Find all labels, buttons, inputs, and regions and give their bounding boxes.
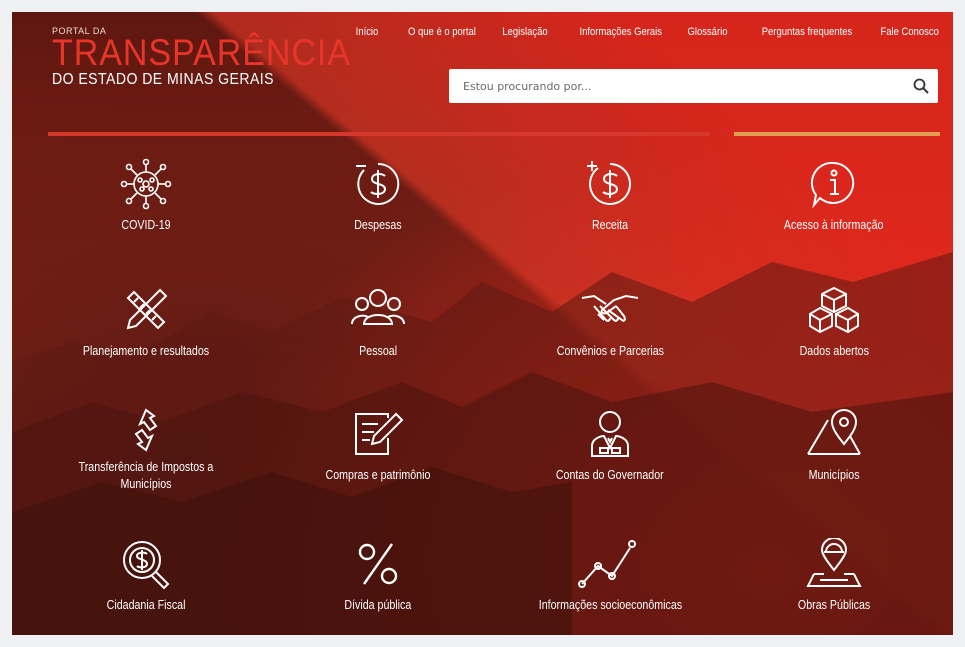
virus-icon: [120, 158, 172, 210]
pencil-ruler-icon: [126, 288, 168, 330]
tile-label: Obras Públicas: [797, 597, 871, 612]
tile-obras-publicas[interactable]: Obras Públicas: [734, 538, 934, 614]
divider-gold: [734, 132, 940, 136]
tile-transferencia[interactable]: Transferência de Impostos a Municípios: [46, 408, 246, 493]
line-chart-icon: [578, 540, 636, 588]
percent-icon: [358, 543, 398, 585]
nav-informacoes-gerais[interactable]: Informações Gerais: [580, 26, 663, 38]
tile-municipios[interactable]: Municípios: [734, 408, 934, 484]
governor-icon: [591, 411, 629, 457]
nav-glossario[interactable]: Glossário: [688, 26, 728, 38]
portal-logo[interactable]: PORTAL DA TRANSPARÊNCIA DO ESTADO DE MIN…: [52, 26, 377, 89]
tile-label: Transferência de Impostos a Municípios: [78, 459, 214, 491]
info-speech-icon: [810, 161, 855, 209]
tile-label: Contas do Governador: [556, 467, 664, 482]
search-input[interactable]: [461, 78, 904, 94]
magnifier-icon[interactable]: [904, 78, 938, 94]
tile-informacoes-socioeconomicas[interactable]: Informações socioeconômicas: [510, 538, 710, 614]
tile-receita[interactable]: Receita: [510, 158, 710, 234]
nav-fale-conosco[interactable]: Fale Conosco: [881, 26, 939, 38]
document-pen-icon: [355, 412, 404, 455]
tile-planejamento[interactable]: Planejamento e resultados: [46, 284, 246, 360]
nav-o-que-e-o-portal[interactable]: O que é o portal: [408, 26, 476, 38]
tile-label: Cidadania Fiscal: [106, 597, 186, 612]
tile-label: Dados abertos: [799, 343, 869, 358]
tile-divida-publica[interactable]: Dívida pública: [278, 538, 478, 614]
tile-label: Acesso à informação: [784, 217, 884, 232]
logo-subtitle: DO ESTADO DE MINAS GERAIS: [52, 71, 274, 88]
dollar-plus-icon: [587, 161, 631, 205]
tile-despesas[interactable]: Despesas: [278, 158, 478, 234]
tile-label: Planejamento e resultados: [82, 343, 210, 358]
tile-label: Compras e patrimônio: [325, 467, 431, 482]
tile-label: Dívida pública: [344, 597, 412, 612]
tile-compras[interactable]: Compras e patrimônio: [278, 408, 478, 484]
divider-red: [48, 132, 710, 136]
logo-title: TRANSPARÊNCIA: [52, 32, 351, 73]
tile-label: Receita: [591, 217, 629, 232]
dollar-search-icon: [123, 541, 170, 590]
dollar-minus-icon: [356, 162, 400, 205]
top-nav: Início O que é o portal Legislação Infor…: [333, 26, 939, 38]
tile-dados-abertos[interactable]: Dados abertos: [734, 284, 934, 360]
tile-covid-19[interactable]: COVID-19: [46, 158, 246, 234]
tile-cidadania-fiscal[interactable]: Cidadania Fiscal: [46, 538, 246, 614]
tile-label: COVID-19: [121, 217, 171, 232]
tile-pessoal[interactable]: Pessoal: [278, 284, 478, 360]
tile-label: Despesas: [354, 217, 402, 232]
tile-acesso-informacao[interactable]: Acesso à informação: [734, 158, 934, 234]
tile-label: Pessoal: [359, 343, 397, 358]
hardhat-map-icon: [806, 538, 862, 587]
tile-convenios[interactable]: Convênios e Parcerias: [510, 284, 710, 360]
cubes-icon: [809, 286, 859, 334]
tile-label: Convênios e Parcerias: [556, 343, 664, 358]
people-icon: [351, 289, 405, 325]
page-frame: PORTAL DA TRANSPARÊNCIA DO ESTADO DE MIN…: [12, 12, 953, 635]
handshake-icon: [581, 294, 639, 322]
nav-perguntas-frequentes[interactable]: Perguntas frequentes: [762, 26, 852, 38]
search-box: [449, 69, 938, 103]
nav-legislacao[interactable]: Legislação: [502, 26, 547, 38]
map-pin-icon: [807, 409, 861, 455]
tile-label: Municípios: [808, 467, 860, 482]
tile-label: Informações socioeconômicas: [538, 597, 682, 612]
tile-contas-governador[interactable]: Contas do Governador: [510, 408, 710, 484]
transfer-arrows-icon: [134, 408, 158, 452]
nav-inicio[interactable]: Início: [355, 26, 378, 38]
